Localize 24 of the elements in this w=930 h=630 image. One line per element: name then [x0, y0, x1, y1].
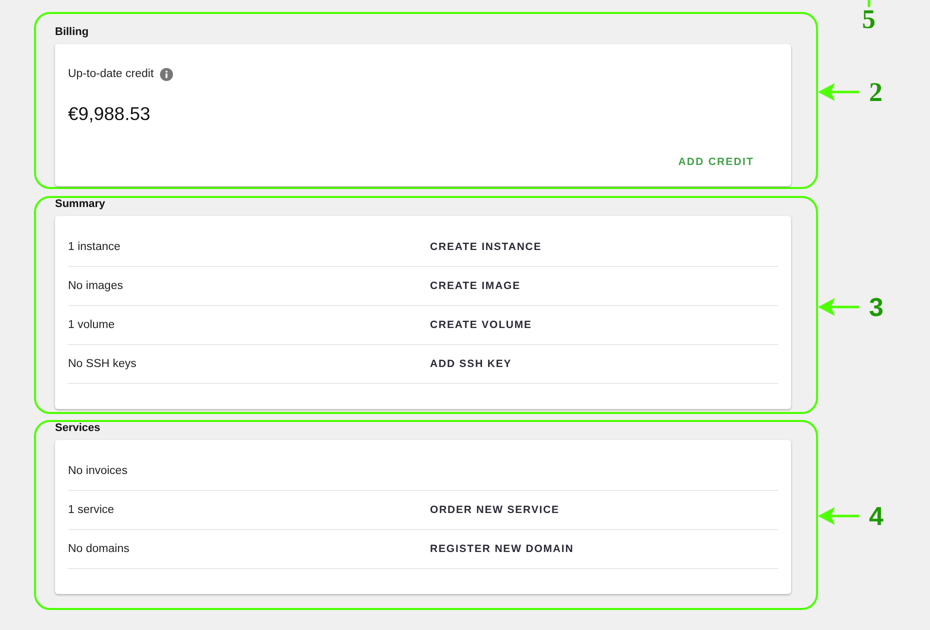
section-heading: Services	[55, 422, 100, 434]
row-text: No images	[68, 280, 123, 292]
credit-amount: €9,988.53	[68, 102, 150, 126]
row-text: 1 instance	[68, 241, 120, 253]
action-button[interactable]: ADD SSH KEY	[430, 354, 512, 374]
callout-number: 3	[869, 293, 884, 321]
leader-line	[866, 0, 871, 7]
callout-number: 5	[862, 7, 876, 31]
action-button[interactable]: CREATE IMAGE	[430, 276, 521, 296]
row-text: 1 service	[68, 504, 114, 516]
info-icon[interactable]	[160, 68, 173, 80]
callout-number: 4	[869, 502, 884, 530]
callout-number: 2	[869, 78, 882, 106]
row-text: No SSH keys	[68, 358, 136, 370]
section-heading: Billing	[55, 25, 89, 39]
action-button[interactable]: REGISTER NEW DOMAIN	[430, 539, 574, 559]
action-button[interactable]: CREATE VOLUME	[430, 315, 532, 335]
action-button[interactable]: CREATE INSTANCE	[430, 237, 542, 257]
credit-label: Up-to-date credit	[68, 68, 154, 80]
action-button[interactable]: ORDER NEW SERVICE	[430, 500, 560, 520]
row-text: No invoices	[68, 465, 128, 477]
row-text: 1 volume	[68, 319, 115, 331]
section-heading: Summary	[55, 198, 106, 210]
row-text: No domains	[68, 543, 130, 555]
